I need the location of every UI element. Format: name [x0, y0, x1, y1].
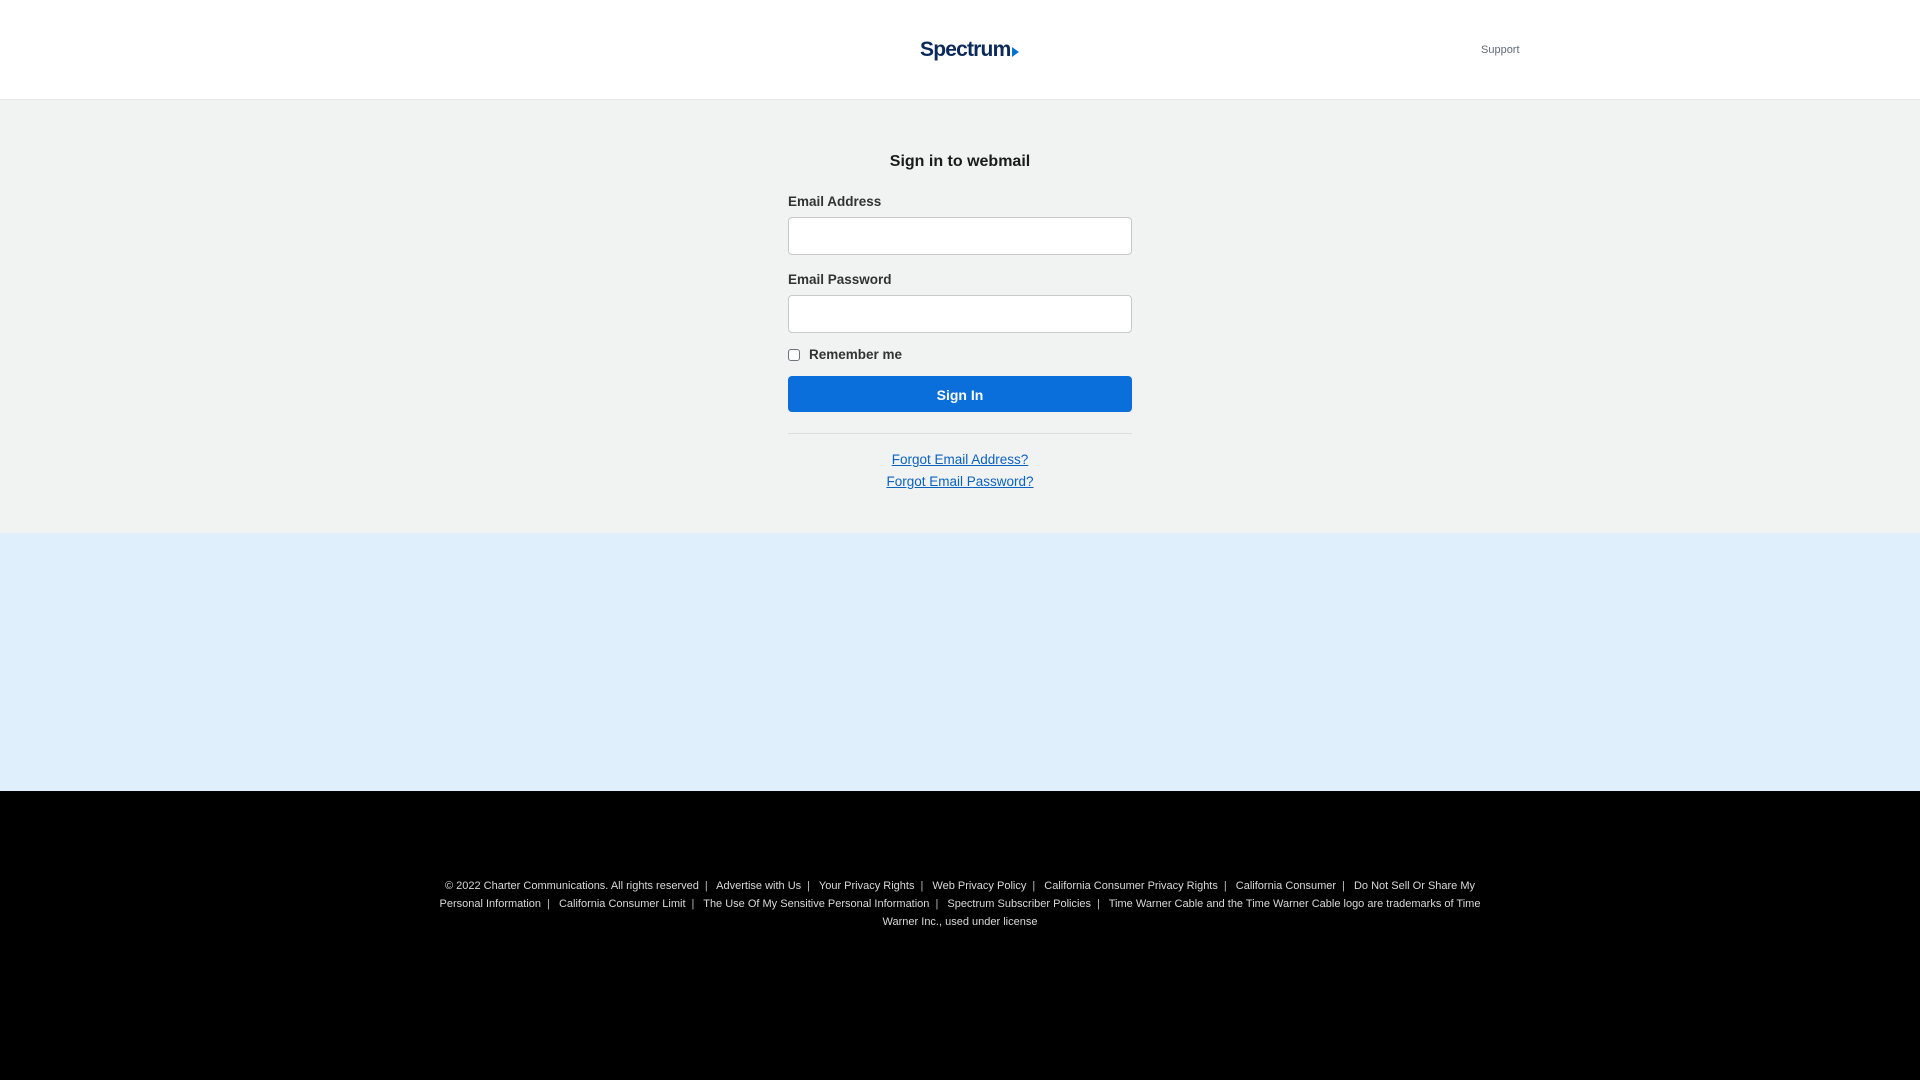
support-link[interactable]: Support: [1481, 44, 1520, 56]
separator: |: [1032, 880, 1036, 892]
separator: |: [807, 880, 811, 892]
footer-link-privacy-rights[interactable]: Your Privacy Rights: [819, 880, 915, 892]
signin-section: Sign in to webmail Email Address Email P…: [0, 100, 1920, 533]
password-label: Email Password: [788, 272, 892, 287]
forgot-email-link[interactable]: Forgot Email Address?: [788, 449, 1132, 471]
footer-link-ca-consumer-limit[interactable]: California Consumer Limit: [559, 898, 686, 910]
separator: |: [1097, 898, 1100, 910]
sign-in-button[interactable]: Sign In: [788, 376, 1132, 412]
footer-legal: © 2022 Charter Communications. All right…: [430, 877, 1490, 931]
forgot-password-link[interactable]: Forgot Email Password?: [788, 471, 1132, 493]
footer-link-ca-privacy-rights[interactable]: California Consumer Privacy Rights: [1044, 880, 1218, 892]
site-footer: © 2022 Charter Communications. All right…: [0, 791, 1920, 1080]
page-title: Sign in to webmail: [889, 153, 1031, 170]
remember-me-row[interactable]: Remember me: [788, 346, 1132, 363]
email-input[interactable]: [788, 217, 1132, 255]
separator: |: [691, 898, 695, 910]
footer-link-subscriber-policies[interactable]: Spectrum Subscriber Policies: [947, 898, 1091, 910]
separator: |: [1342, 880, 1345, 892]
footer-link-ca-consumer[interactable]: California Consumer: [1236, 880, 1336, 892]
logo-wordmark: Spectrum: [920, 38, 1011, 61]
logo-arrow-icon: [1012, 47, 1020, 57]
separator: |: [547, 898, 550, 910]
remember-me-label[interactable]: Remember me: [809, 347, 902, 362]
separator: |: [1223, 880, 1227, 892]
footer-link-web-privacy[interactable]: Web Privacy Policy: [932, 880, 1026, 892]
copyright-text: © 2022 Charter Communications. All right…: [444, 880, 699, 892]
separator: |: [935, 898, 939, 910]
password-input[interactable]: [788, 295, 1132, 333]
footer-link-advertise[interactable]: Advertise with Us: [716, 880, 801, 892]
form-divider: [788, 433, 1132, 434]
signin-form: Email Address Email Password Remember me…: [788, 194, 1132, 493]
separator: |: [704, 880, 708, 892]
help-links: Forgot Email Address? Forgot Email Passw…: [788, 449, 1132, 493]
separator: |: [920, 880, 924, 892]
remember-me-checkbox[interactable]: [788, 348, 800, 361]
site-header: Spectrum Support: [0, 0, 1920, 100]
spectrum-logo[interactable]: Spectrum: [920, 38, 1020, 62]
footer-link-sensitive-info[interactable]: The Use Of My Sensitive Personal Informa…: [703, 898, 929, 910]
email-label: Email Address: [788, 194, 882, 209]
promo-banner: [0, 533, 1920, 791]
